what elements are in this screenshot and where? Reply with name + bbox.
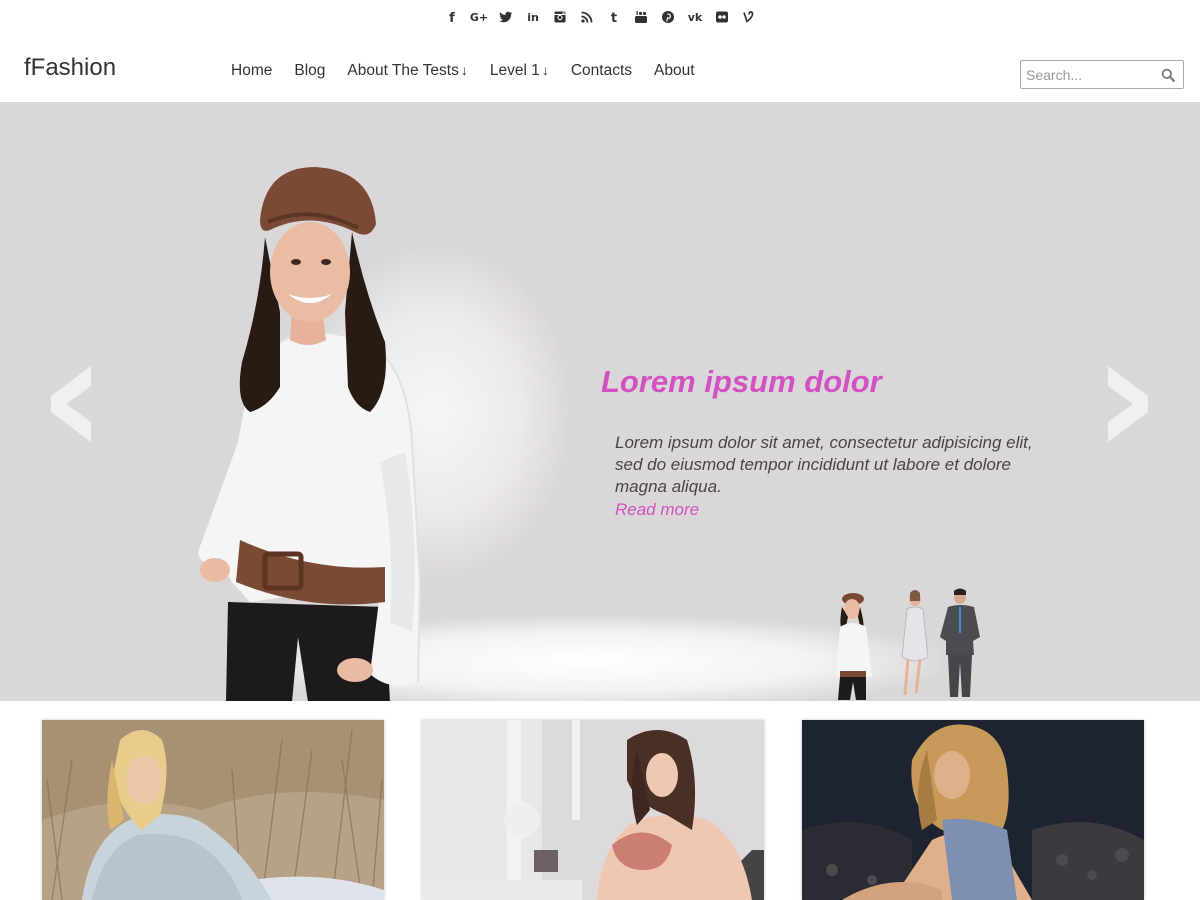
nav-item-label: Home [231,62,273,79]
nav-item-home[interactable]: Home [220,62,283,80]
mini-models-image [836,588,980,700]
nav-item-contacts[interactable]: Contacts [560,62,643,80]
chevron-right-icon[interactable] [1105,364,1151,444]
google-plus-icon[interactable]: G+ [465,7,492,27]
svg-text:G+: G+ [470,11,488,24]
hero-model-image [198,167,422,701]
arrow-down-icon: ↓ [460,62,468,78]
svg-text:in: in [527,11,539,24]
nav-item-level-1[interactable]: Level 1 ↓ [479,62,560,80]
search-box [1020,60,1184,89]
nav-item-label: About The Tests [347,62,459,79]
read-more-link[interactable]: Read more [615,500,699,520]
flickr-icon[interactable] [708,7,735,27]
tumblr-icon[interactable]: t [600,7,627,27]
arrow-down-icon: ↓ [541,62,549,78]
twitter-icon[interactable] [492,7,519,27]
main-nav: Home Blog About The Tests ↓ Level 1 ↓ Cont… [220,62,706,80]
search-icon[interactable] [1161,68,1175,82]
nav-item-label: Blog [294,62,326,79]
nav-item-label: Contacts [570,62,632,79]
gallery-card[interactable] [802,720,1144,900]
vine-icon[interactable] [735,7,762,27]
slide-title: Lorem ipsum dolor [601,364,882,399]
nav-item-about[interactable]: About [643,62,706,80]
svg-text:f: f [449,11,455,24]
gallery-card[interactable] [42,720,384,900]
gallery-image [422,720,764,900]
nav-item-about-the-tests[interactable]: About The Tests ↓ [336,62,478,80]
svg-text:vk: vk [687,11,702,24]
nav-item-label: About [654,62,695,79]
vk-icon[interactable]: vk [681,7,708,27]
social-bar: f G+ in t vk [0,0,1200,34]
featured-gallery [0,720,1200,900]
hero-slider: Lorem ipsum dolor Lorem ipsum dolor sit … [0,102,1200,701]
linkedin-icon[interactable]: in [519,7,546,27]
pinterest-icon[interactable] [654,7,681,27]
gallery-image [802,720,1144,900]
gallery-card[interactable] [422,720,764,900]
site-header: fFashion Home Blog About The Tests ↓ Leve… [0,34,1200,102]
chevron-left-icon[interactable] [48,364,94,444]
slide-text: Lorem ipsum dolor sit amet, consectetur … [615,433,1033,496]
youtube-icon[interactable] [627,7,654,27]
gallery-image [42,720,384,900]
nav-item-blog[interactable]: Blog [283,62,336,80]
search-input[interactable] [1021,61,1151,88]
facebook-icon[interactable]: f [438,7,465,27]
svg-text:t: t [610,11,616,24]
instagram-icon[interactable] [546,7,573,27]
site-title[interactable]: fFashion [24,54,116,82]
nav-item-label: Level 1 [489,62,540,79]
rss-icon[interactable] [573,7,600,27]
